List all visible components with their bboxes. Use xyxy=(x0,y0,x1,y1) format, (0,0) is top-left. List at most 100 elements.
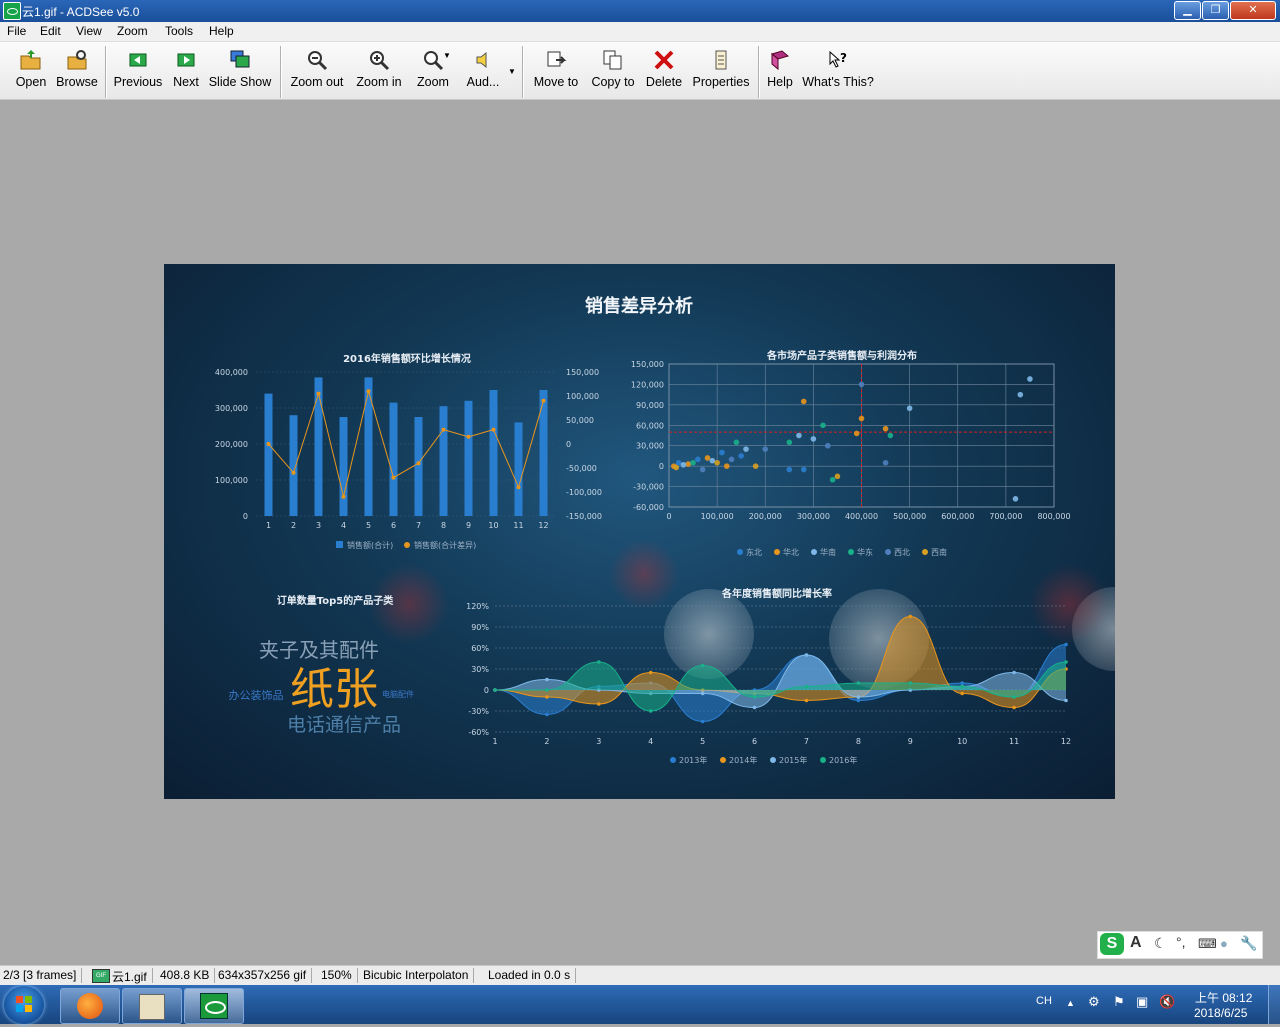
audio-button[interactable]: Aud... xyxy=(462,44,504,96)
minimize-button[interactable]: ▁ xyxy=(1174,1,1201,20)
scatter-point xyxy=(786,439,793,446)
area-point xyxy=(700,663,705,668)
y-tick-label: 0 xyxy=(484,686,489,695)
ime-toolbar[interactable]: S A ☾ °, ⌨ ● 🔧 xyxy=(1097,931,1263,959)
y-tick-label: 400,000 xyxy=(215,368,248,377)
x-tick-label: 12 xyxy=(1061,737,1071,746)
area-point xyxy=(960,691,964,696)
close-button[interactable]: ✕ xyxy=(1230,1,1276,20)
word-cloud-word: 办公装饰品 xyxy=(229,688,284,702)
x-tick-label: 6 xyxy=(391,521,396,530)
toolbar-separator xyxy=(105,46,107,98)
ime-mode-icon[interactable]: A xyxy=(1130,934,1142,952)
browse-button[interactable]: Browse xyxy=(55,44,99,96)
legend-swatch xyxy=(737,549,743,555)
x-tick-label: 2 xyxy=(544,737,549,746)
scatter-point xyxy=(1017,391,1024,398)
x-tick-label: 7 xyxy=(416,521,421,530)
y-tick-label: 30,000 xyxy=(636,442,664,451)
legend-swatch xyxy=(336,541,343,548)
wrench-icon[interactable]: 🔧 xyxy=(1240,935,1257,952)
slide-show-button[interactable]: Slide Show xyxy=(207,44,273,96)
zoom-in-button[interactable]: Zoom in xyxy=(353,44,405,96)
menu-edit[interactable]: Edit xyxy=(40,24,61,38)
maximize-button[interactable]: ❐ xyxy=(1202,1,1229,20)
x-tick-label: 10 xyxy=(488,521,498,530)
taskbar-app-tools[interactable] xyxy=(122,988,182,1024)
menu-help[interactable]: Help xyxy=(209,24,234,38)
keyboard-icon[interactable]: ⌨ xyxy=(1198,936,1217,952)
open-button[interactable]: Open xyxy=(10,44,52,96)
delete-button[interactable]: Delete xyxy=(643,44,685,96)
legend-swatch xyxy=(848,549,854,555)
punctuation-icon[interactable]: °, xyxy=(1176,934,1186,950)
menu-view[interactable]: View xyxy=(76,24,102,38)
menu-zoom[interactable]: Zoom xyxy=(117,24,148,38)
properties-button[interactable]: Properties xyxy=(690,44,752,96)
start-orb-button[interactable] xyxy=(4,986,44,1024)
copy-to-button[interactable]: Copy to xyxy=(588,44,638,96)
scatter-point xyxy=(882,459,889,466)
audio-dropdown-arrow-icon[interactable]: ▼ xyxy=(508,67,516,76)
zoom-dropdown-arrow-icon[interactable]: ▼ xyxy=(443,51,451,60)
y2-tick-label: 100,000 xyxy=(566,392,599,401)
area-point xyxy=(804,653,809,657)
scatter-point xyxy=(685,461,692,467)
y2-tick-label: 0 xyxy=(566,440,571,449)
status-zoom: 150% xyxy=(321,968,358,983)
sogou-s-icon[interactable]: S xyxy=(1100,933,1124,955)
area-point xyxy=(804,698,809,703)
x-tick-label: 600,000 xyxy=(941,512,974,521)
volume-muted-icon[interactable]: 🔇 xyxy=(1159,994,1175,1010)
show-desktop-button[interactable] xyxy=(1268,985,1280,1024)
clock-date[interactable]: 2018/6/25 xyxy=(1194,1006,1247,1020)
browser-icon xyxy=(77,993,103,1019)
y-tick-label: 90% xyxy=(471,623,489,632)
scatter-point xyxy=(906,405,913,412)
scatter-point xyxy=(728,456,735,463)
legend-label: 西南 xyxy=(931,547,947,557)
x-tick-label: 6 xyxy=(752,737,757,746)
move-to-button[interactable]: Move to xyxy=(530,44,582,96)
legend-swatch xyxy=(820,757,826,763)
legend-swatch xyxy=(811,549,817,555)
ime-tray-icon[interactable]: ⚙ xyxy=(1088,994,1100,1010)
help-button[interactable]: Help xyxy=(764,44,796,96)
bar xyxy=(364,377,373,516)
whats-this-button[interactable]: ? What's This? xyxy=(802,44,874,96)
status-filename: 云1.gif xyxy=(112,968,153,984)
moon-icon[interactable]: ☾ xyxy=(1154,935,1167,952)
x-tick-label: 3 xyxy=(596,737,601,746)
scatter-point xyxy=(810,436,817,442)
dashboard-title: 销售差异分析 xyxy=(585,295,693,317)
menu-file[interactable]: File xyxy=(7,24,26,38)
x-tick-label: 11 xyxy=(1009,737,1019,746)
bar xyxy=(389,402,398,516)
legend-swatch xyxy=(770,757,776,763)
y-tick-label: 100,000 xyxy=(215,476,248,485)
y-tick-label: 30% xyxy=(471,665,489,674)
area-point xyxy=(545,695,549,699)
input-language-indicator[interactable]: CH xyxy=(1036,995,1052,1007)
show-hidden-icons-icon[interactable]: ▲ xyxy=(1066,998,1075,1008)
user-icon[interactable]: ● xyxy=(1220,936,1228,951)
status-filesize: 408.8 KB xyxy=(160,968,216,983)
line-point xyxy=(291,470,296,475)
next-button[interactable]: Next xyxy=(170,44,202,96)
menu-tools[interactable]: Tools xyxy=(165,24,193,38)
gif-file-icon: GIF xyxy=(92,969,110,983)
scatter-point xyxy=(723,463,730,469)
y-tick-label: 90,000 xyxy=(636,401,664,410)
network-icon[interactable]: ▣ xyxy=(1136,994,1148,1010)
zoom-out-button[interactable]: Zoom out xyxy=(287,44,347,96)
scatter-point xyxy=(800,398,807,405)
previous-button[interactable]: Previous xyxy=(113,44,163,96)
clock-time[interactable]: 上午 08:12 xyxy=(1195,989,1252,1006)
image-view[interactable]: 销售差异分析 2016年销售额环比增长情况 400,000 300,000 200,0… xyxy=(164,264,1115,799)
x-tick-label: 700,000 xyxy=(989,512,1022,521)
action-center-flag-icon[interactable]: ⚑ xyxy=(1113,994,1125,1010)
scatter-point xyxy=(858,381,865,388)
taskbar-app-acdsee[interactable] xyxy=(184,988,244,1024)
taskbar-app-firefox[interactable] xyxy=(60,988,120,1024)
legend-swatch xyxy=(720,757,726,763)
